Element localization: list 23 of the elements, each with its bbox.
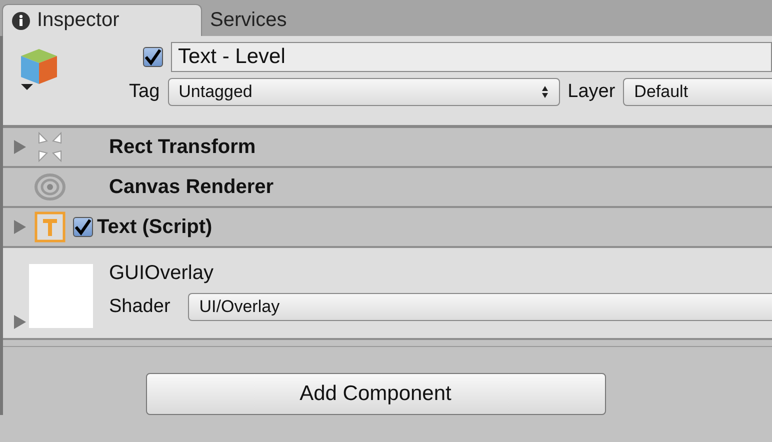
text-icon (33, 210, 67, 244)
component-title: Text (Script) (97, 216, 212, 238)
layer-dropdown[interactable]: Default (623, 78, 772, 106)
component-title: Rect Transform (109, 136, 256, 158)
name-field[interactable]: Text - Level (171, 42, 772, 72)
tag-dropdown[interactable]: Untagged (168, 78, 560, 106)
shader-label: Shader (109, 296, 170, 318)
tag-label: Tag (129, 81, 160, 103)
add-component-button[interactable]: Add Component (146, 373, 606, 415)
info-icon (11, 10, 31, 30)
enabled-checkbox[interactable] (73, 217, 93, 237)
expand-arrow-icon[interactable] (13, 139, 27, 155)
active-checkbox[interactable] (143, 47, 163, 67)
shader-dropdown[interactable]: UI/Overlay (188, 293, 772, 321)
tab[interactable]: Services (202, 4, 301, 36)
tab[interactable]: Inspector (2, 4, 202, 36)
component-title: Canvas Renderer (109, 176, 274, 198)
layer-label: Layer (568, 81, 616, 103)
material-name: GUIOverlay (109, 262, 214, 285)
material-swatch (29, 264, 93, 328)
up-down-arrows-icon (540, 85, 549, 99)
expand-arrow-icon[interactable] (13, 219, 27, 235)
expand-arrow-icon[interactable] (13, 314, 27, 330)
